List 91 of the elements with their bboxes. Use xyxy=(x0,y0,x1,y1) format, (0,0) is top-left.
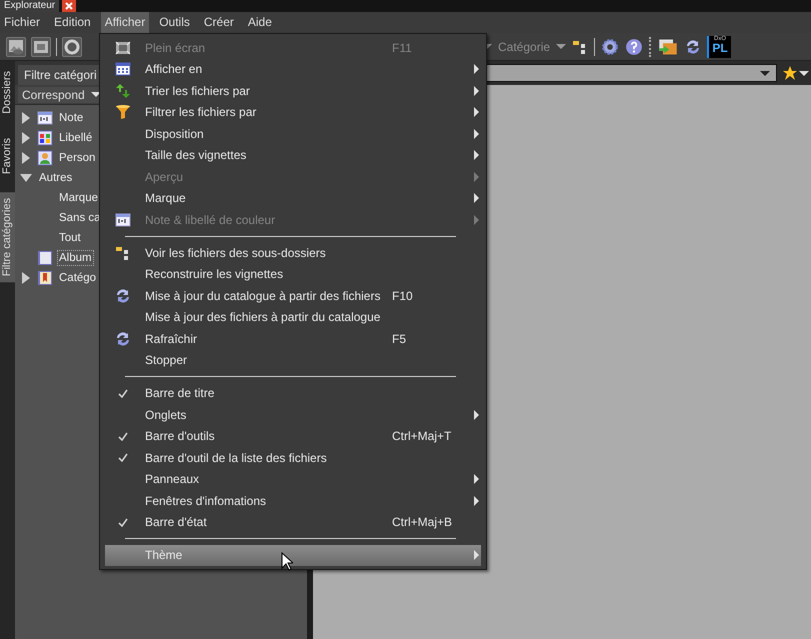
menu-item[interactable]: Barre d'état Ctrl+Maj+B xyxy=(105,512,481,533)
collapse-arrow-icon[interactable] xyxy=(20,174,32,182)
menu-item-label: Disposition xyxy=(145,126,204,141)
mouse-cursor-icon xyxy=(281,552,293,571)
menu-bar-item[interactable]: Afficher xyxy=(100,12,150,33)
menu-item-label: Panneaux xyxy=(145,472,200,486)
menu-item-label: Mise à jour des fichiers à partir du catalogue xyxy=(145,310,380,324)
menu-item-label: Barre d'outil de la liste des fichiers xyxy=(145,450,327,465)
tree-item[interactable]: Autres xyxy=(37,170,74,186)
grid-icon xyxy=(115,61,131,78)
menu-bar-item[interactable]: Créer xyxy=(200,12,238,33)
fullscreen-icon xyxy=(33,38,49,54)
menu-item-label: Marque xyxy=(145,191,186,206)
menu-item-label: Mise à jour du catalogue à partir des fichiers xyxy=(145,288,380,303)
menu-item[interactable]: Onglets xyxy=(105,404,481,426)
close-button[interactable] xyxy=(62,0,76,12)
tree-item[interactable]: Libellé xyxy=(57,130,94,146)
menu-item-label: Voir les fichiers des sous-dossiers xyxy=(145,246,326,260)
star-icon xyxy=(782,65,798,81)
refresh-icon xyxy=(685,38,702,54)
shortcut-text: Ctrl+Maj+B xyxy=(392,515,452,530)
help-icon xyxy=(625,38,644,56)
menu-item-label: Aperçu xyxy=(145,170,184,184)
side-tab[interactable]: Dossiers xyxy=(0,65,15,120)
menu-item-label: Reconstruire les vignettes xyxy=(145,267,284,282)
menu-bar-item[interactable]: Fichier xyxy=(0,12,44,33)
menu-item-label: Note & libellé de couleur xyxy=(145,212,276,227)
tree-item[interactable]: Catégo xyxy=(57,270,98,286)
dropdown-arrow-icon[interactable] xyxy=(556,44,566,49)
funnel-icon xyxy=(115,104,131,120)
menu-bar-item[interactable]: Aide xyxy=(244,12,276,33)
menu-item-label: Fenêtres d'infomations xyxy=(145,494,266,508)
shortcut-text: Ctrl+Maj+T xyxy=(392,429,452,444)
menu-item[interactable]: Trier les fichiers par xyxy=(105,80,481,102)
settings-icon xyxy=(601,38,620,56)
folder-tree-icon xyxy=(115,244,131,261)
menu-item[interactable]: Disposition xyxy=(105,123,481,144)
menu-item[interactable]: Stopper xyxy=(105,350,481,371)
menu-item[interactable]: Reconstruire les vignettes xyxy=(105,264,481,285)
menu-item[interactable]: Barre d'outil de la liste des fichiers xyxy=(105,447,481,468)
color-labels-icon xyxy=(37,130,53,146)
menu-item[interactable]: Panneaux xyxy=(105,468,481,490)
rotate-button[interactable] xyxy=(62,36,82,56)
menu-item[interactable]: Barre de titre xyxy=(105,382,481,404)
sort-arrows-icon xyxy=(115,82,131,99)
close-icon xyxy=(65,2,74,10)
shortcut-text: F10 xyxy=(392,288,413,303)
expand-arrow-icon[interactable] xyxy=(22,272,30,284)
tree-item[interactable]: Album xyxy=(57,250,94,266)
tree-item[interactable]: Note xyxy=(57,110,86,126)
menu-item-label: Filtrer les fichiers par xyxy=(145,105,256,120)
menu-item[interactable]: Fenêtres d'infomations xyxy=(105,490,481,512)
menu-item[interactable]: Marque xyxy=(105,188,481,209)
menu-item[interactable]: Afficher en xyxy=(105,58,481,80)
menu-bar-item[interactable]: Edition xyxy=(50,12,95,33)
menu-item[interactable]: Taille des vignettes xyxy=(105,144,481,166)
tree-item[interactable]: Tout xyxy=(57,230,83,246)
image-viewer-button[interactable] xyxy=(6,36,26,56)
menu-item-label: Barre de titre xyxy=(145,386,214,400)
menu-item[interactable]: Barre d'outils Ctrl+Maj+T xyxy=(105,426,481,447)
menu-item-label: Barre d'état xyxy=(145,515,207,530)
menu-item[interactable]: Filtrer les fichiers par xyxy=(105,102,481,123)
fullscreen-button[interactable] xyxy=(31,36,51,56)
album-icon xyxy=(37,250,53,266)
menu-item[interactable]: Mise à jour du catalogue à partir des fichiers F10 xyxy=(105,285,481,306)
fullscreen-icon xyxy=(115,40,131,56)
menu-item-label: Barre d'outils xyxy=(145,429,215,444)
tree-item[interactable]: Marque xyxy=(57,190,100,206)
menu-bar-item[interactable]: Outils xyxy=(155,12,194,33)
menu-item-label: Afficher en xyxy=(145,62,202,76)
menu-item-label: Taille des vignettes xyxy=(145,148,246,162)
menu-item-label: Rafraîchir xyxy=(145,332,198,346)
side-tab[interactable]: Filtre catégories xyxy=(0,192,15,282)
category-book-icon xyxy=(37,270,53,286)
refresh-icon xyxy=(115,330,131,347)
menu-item[interactable]: Voir les fichiers des sous-dossiers xyxy=(105,242,481,264)
menu-item-label: Trier les fichiers par xyxy=(145,84,250,98)
menu-item-label: Stopper xyxy=(145,353,188,368)
side-tab[interactable]: Favoris xyxy=(0,132,15,180)
image-import-icon xyxy=(657,36,680,56)
window-title: Explorateur xyxy=(0,0,60,12)
menu-item-label: Onglets xyxy=(145,408,186,422)
person-icon xyxy=(37,150,53,166)
menu-item[interactable]: Mise à jour des fichiers à partir du catalogue xyxy=(105,306,481,328)
shortcut-text: F11 xyxy=(392,40,412,55)
menu-item-label: Thème xyxy=(145,548,182,562)
menu-item[interactable]: Rafraîchir F5 xyxy=(105,328,481,350)
shortcut-text: F5 xyxy=(392,332,406,346)
tree-item[interactable]: Person xyxy=(57,150,98,166)
refresh-icon xyxy=(115,288,131,304)
menu-item-label: Plein écran xyxy=(145,40,206,55)
